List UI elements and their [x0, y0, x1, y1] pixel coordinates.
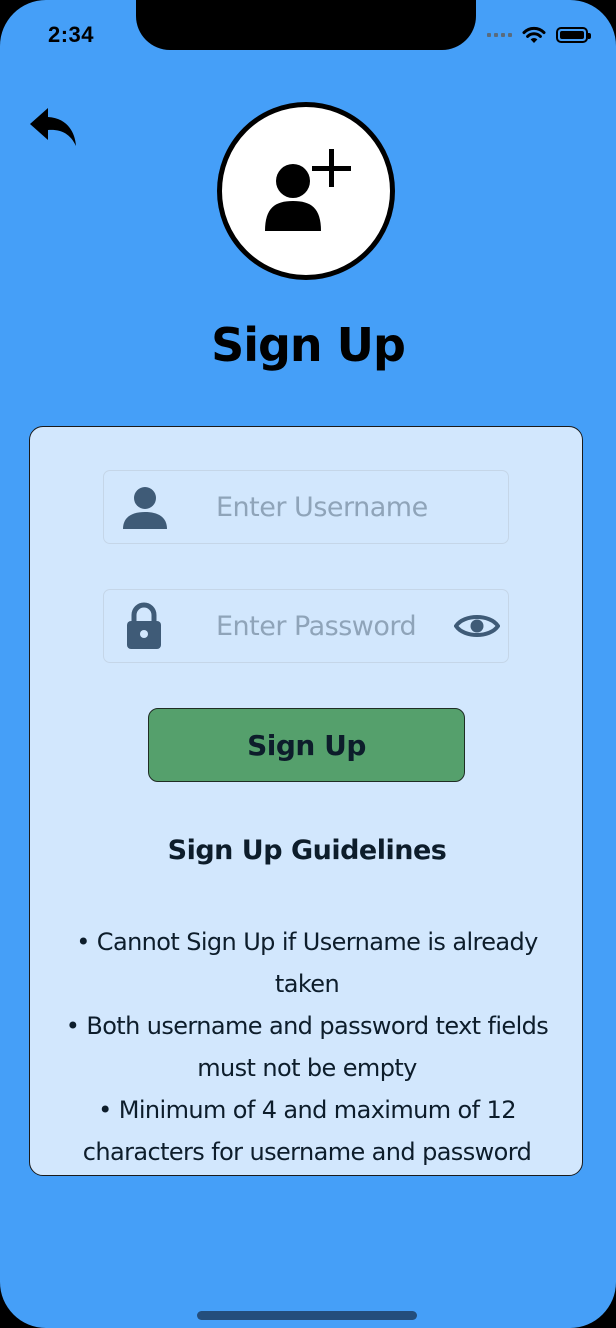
guideline-item: • Cannot Sign Up if Username is already …	[76, 928, 538, 998]
battery-icon	[556, 27, 591, 43]
back-arrow-icon[interactable]	[26, 104, 80, 150]
wifi-icon	[522, 26, 546, 43]
add-user-icon	[265, 149, 351, 231]
guideline-item: • Minimum of 4 and maximum of 12 charact…	[82, 1096, 532, 1166]
home-indicator[interactable]	[197, 1311, 417, 1320]
eye-icon[interactable]	[454, 610, 500, 642]
username-input[interactable]	[216, 471, 456, 543]
password-input[interactable]	[216, 590, 456, 662]
status-icons	[487, 26, 591, 44]
screen: 2:34 Sign Up Enter Username Sign Up Sign…	[0, 0, 616, 1328]
guidelines-title: Sign Up Guidelines	[167, 835, 447, 866]
guidelines-list: • Cannot Sign Up if Username is already …	[58, 921, 556, 1173]
guideline-item: • Both username and password text fields…	[65, 1012, 549, 1082]
lock-icon	[127, 602, 161, 649]
signal-icon	[487, 33, 512, 37]
page-title: Sign Up	[211, 318, 406, 372]
user-icon	[123, 487, 167, 529]
notch	[136, 0, 476, 50]
status-time: 2:34	[48, 22, 95, 47]
password-field	[103, 589, 509, 663]
username-field	[103, 470, 509, 544]
add-user-avatar[interactable]	[217, 102, 395, 280]
signup-button[interactable]: Sign Up	[148, 708, 465, 782]
signup-card: Sign Up Sign Up Guidelines • Cannot Sign…	[29, 426, 583, 1176]
